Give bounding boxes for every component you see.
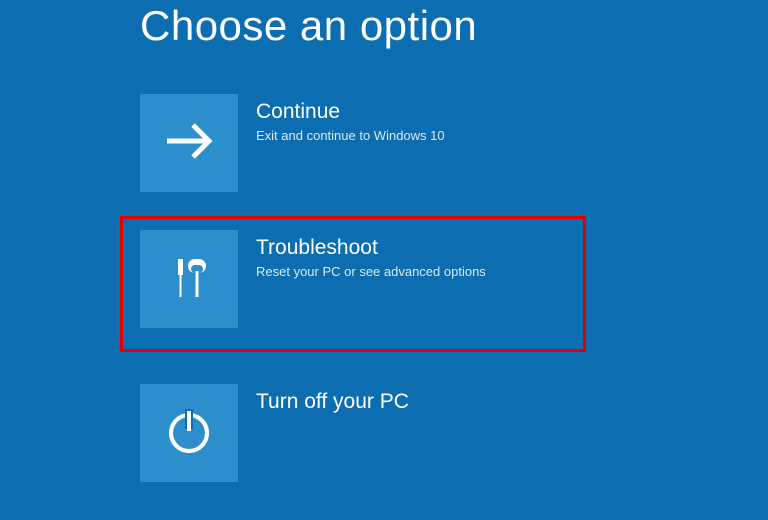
option-troubleshoot-text: Troubleshoot Reset your PC or see advanc… [256, 230, 486, 279]
option-continue-desc: Exit and continue to Windows 10 [256, 128, 445, 143]
option-continue[interactable]: Continue Exit and continue to Windows 10 [140, 94, 486, 192]
arrow-right-icon [161, 113, 217, 174]
option-poweroff-title: Turn off your PC [256, 390, 409, 414]
option-continue-tile [140, 94, 238, 192]
option-troubleshoot[interactable]: Troubleshoot Reset your PC or see advanc… [140, 230, 486, 328]
page-title: Choose an option [140, 2, 477, 50]
option-poweroff[interactable]: Turn off your PC [140, 384, 486, 482]
option-poweroff-text: Turn off your PC [256, 384, 409, 418]
option-continue-text: Continue Exit and continue to Windows 10 [256, 94, 445, 143]
option-troubleshoot-desc: Reset your PC or see advanced options [256, 264, 486, 279]
tools-icon [161, 249, 217, 310]
option-continue-title: Continue [256, 100, 445, 124]
option-troubleshoot-tile [140, 230, 238, 328]
power-icon [161, 403, 217, 464]
option-poweroff-tile [140, 384, 238, 482]
options-list: Continue Exit and continue to Windows 10… [140, 94, 486, 520]
option-troubleshoot-title: Troubleshoot [256, 236, 486, 260]
